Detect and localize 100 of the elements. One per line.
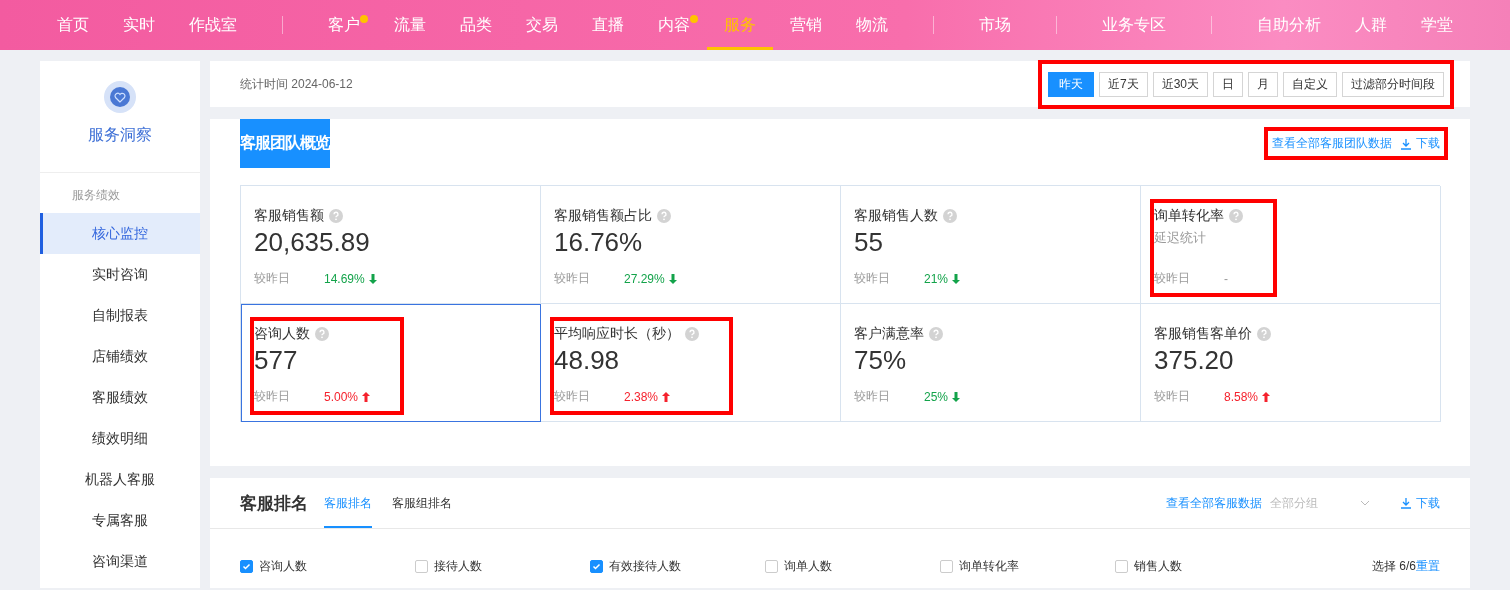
nav-tab[interactable]: 首页: [40, 0, 106, 50]
sidebar-item[interactable]: 店铺绩效: [40, 336, 200, 377]
checkbox[interactable]: [1115, 560, 1128, 573]
metric-card[interactable]: 客服销售人数 55 较昨日 21%: [841, 186, 1141, 304]
sidebar-item[interactable]: 客服绩效: [40, 377, 200, 418]
checkbox[interactable]: [590, 560, 603, 573]
change-value: 2.38%: [624, 389, 659, 404]
date-range-button[interactable]: 昨天: [1047, 71, 1094, 97]
metric-card[interactable]: 询单转化率 延迟统计 较昨日 -: [1141, 186, 1441, 304]
compare-label: 较昨日: [1154, 388, 1191, 405]
heart-logo-icon: [104, 81, 136, 113]
selection-count: 选择 6/6: [1372, 558, 1416, 575]
group-select[interactable]: 全部分组: [1270, 494, 1370, 512]
sidebar-item[interactable]: 实时咨询: [40, 254, 200, 295]
checkbox-label: 有效接待人数: [609, 558, 681, 575]
compare-label: 较昨日: [554, 270, 591, 287]
date-range-button[interactable]: 过滤部分时间段: [1342, 71, 1444, 97]
nav-tab[interactable]: 实时: [106, 0, 172, 50]
nav-tab[interactable]: 营销: [773, 0, 839, 50]
sidebar-item[interactable]: 专属客服: [40, 500, 200, 541]
download-link[interactable]: 下载: [1400, 135, 1440, 152]
metric-label: 客服销售额占比: [554, 207, 652, 225]
compare-label: 较昨日: [254, 388, 291, 405]
date-range-button[interactable]: 自定义: [1283, 71, 1337, 97]
nav-tab[interactable]: 流量: [377, 0, 443, 50]
metric-label: 咨询人数: [254, 325, 310, 343]
metric-card[interactable]: 客服销售额 20,635.89 较昨日 14.69%: [241, 186, 541, 304]
help-icon[interactable]: [329, 209, 343, 223]
download-link[interactable]: 下载: [1400, 494, 1440, 512]
metric-label: 客服销售人数: [854, 207, 938, 225]
checkbox[interactable]: [940, 560, 953, 573]
change-value: 14.69%: [324, 271, 365, 286]
change-value: 21%: [924, 271, 949, 286]
nav-tab[interactable]: 作战室: [172, 0, 254, 50]
checkmark-icon: [592, 562, 601, 571]
sidebar-item[interactable]: 自制报表: [40, 295, 200, 336]
help-icon[interactable]: [315, 327, 329, 341]
metric-card[interactable]: 平均响应时长（秒） 48.98 较昨日 2.38%: [541, 304, 841, 422]
metric-card[interactable]: 客服销售客单价 375.20 较昨日 8.58%: [1141, 304, 1441, 422]
metric-value: 延迟统计: [1154, 230, 1206, 245]
sidebar-item[interactable]: 咨询渠道: [40, 541, 200, 582]
download-icon: [1400, 137, 1412, 150]
date-range-button[interactable]: 近7天: [1098, 71, 1148, 97]
help-icon[interactable]: [1229, 209, 1243, 223]
nav-tab[interactable]: 自助分析: [1240, 0, 1338, 50]
ranking-tab[interactable]: 客服组排名: [392, 478, 452, 528]
compare-label: 较昨日: [854, 270, 891, 287]
date-range-button[interactable]: 近30天: [1152, 71, 1208, 97]
sidebar-item[interactable]: 绩效明细: [40, 418, 200, 459]
help-icon[interactable]: [1257, 327, 1271, 341]
change-value: 8.58%: [1224, 389, 1259, 404]
metric-label: 客服销售额: [254, 207, 324, 225]
nav-tab[interactable]: 服务: [707, 0, 773, 50]
metric-label: 客服销售客单价: [1154, 325, 1252, 343]
nav-tab[interactable]: 物流: [839, 0, 905, 50]
nav-tab[interactable]: 市场: [962, 0, 1028, 50]
metric-card[interactable]: 客户满意率 75% 较昨日 25%: [841, 304, 1141, 422]
ranking-tab[interactable]: 客服排名: [324, 478, 372, 528]
checkbox[interactable]: [415, 560, 428, 573]
sidebar-group-label: 服务绩效: [72, 188, 120, 202]
nav-tab[interactable]: 内容: [641, 0, 707, 50]
compare-label: 较昨日: [854, 388, 891, 405]
sidebar-item[interactable]: 核心监控: [40, 213, 200, 254]
metric-value: 577: [254, 345, 298, 375]
metric-value: 48.98: [554, 345, 620, 375]
metric-value: 75%: [854, 345, 907, 375]
nav-tab[interactable]: 交易: [509, 0, 575, 50]
help-icon[interactable]: [943, 209, 957, 223]
metric-label: 平均响应时长（秒）: [554, 325, 680, 343]
metric-value: 20,635.89: [254, 227, 370, 257]
help-icon[interactable]: [657, 209, 671, 223]
checkbox-label: 接待人数: [434, 558, 482, 575]
checkmark-icon: [242, 562, 251, 571]
metric-card[interactable]: 客服销售额占比 16.76% 较昨日 27.29%: [541, 186, 841, 304]
chevron-down-icon: [1360, 500, 1370, 506]
help-icon[interactable]: [929, 327, 943, 341]
compare-label: 较昨日: [554, 388, 591, 405]
date-range-button[interactable]: 月: [1248, 71, 1278, 97]
metric-label: 客户满意率: [854, 325, 924, 343]
nav-tab[interactable]: 学堂: [1404, 0, 1470, 50]
view-all-link[interactable]: 查看全部客服数据: [1166, 494, 1262, 512]
reset-link[interactable]: 重置: [1416, 558, 1440, 575]
nav-tab[interactable]: 人群: [1338, 0, 1404, 50]
view-all-link[interactable]: 查看全部客服团队数据: [1272, 135, 1392, 152]
download-icon: [1400, 497, 1412, 509]
date-range-button[interactable]: 日: [1213, 71, 1243, 97]
checkbox[interactable]: [765, 560, 778, 573]
metric-value: 375.20: [1154, 345, 1234, 375]
nav-tab[interactable]: 品类: [443, 0, 509, 50]
help-icon[interactable]: [685, 327, 699, 341]
metric-card[interactable]: 咨询人数 577 较昨日 5.00%: [241, 304, 541, 422]
sidebar-item[interactable]: 机器人客服: [40, 459, 200, 500]
metric-label: 询单转化率: [1154, 207, 1224, 225]
change-value: -: [1224, 271, 1228, 286]
nav-tab[interactable]: 业务专区: [1085, 0, 1183, 50]
section-title: 客服排名: [240, 492, 308, 515]
checkbox[interactable]: [240, 560, 253, 573]
nav-tab[interactable]: 直播: [575, 0, 641, 50]
metric-value: 55: [854, 227, 883, 257]
nav-tab[interactable]: 客户: [311, 0, 377, 50]
